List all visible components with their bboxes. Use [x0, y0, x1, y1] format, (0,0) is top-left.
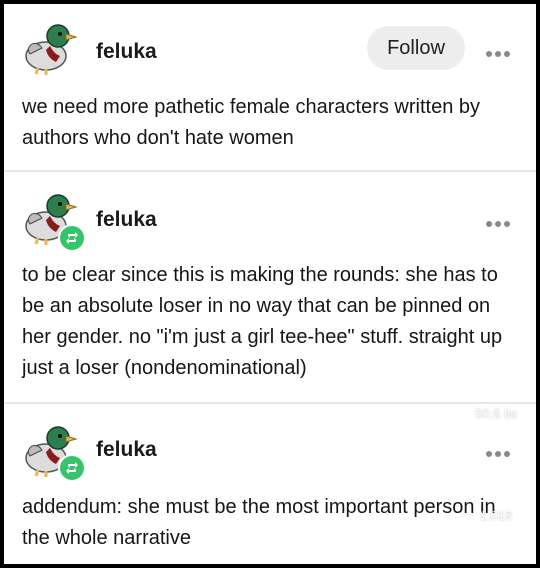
duck-avatar-icon[interactable]	[20, 18, 78, 76]
post-text: we need more pathetic female characters …	[22, 96, 480, 149]
more-options-icon[interactable]	[486, 214, 514, 227]
follow-button[interactable]: Follow	[367, 26, 465, 70]
username[interactable]: feluka	[96, 40, 157, 64]
post-reblog: feluka to be clear since this is making …	[4, 172, 536, 402]
more-options-icon[interactable]	[486, 444, 514, 457]
post-header: feluka Follow	[4, 4, 536, 84]
post-text: addendum: she must be the most important…	[22, 496, 496, 549]
post-screenshot: feluka Follow we need more pathetic fema…	[4, 4, 536, 564]
reblog-icon	[58, 224, 86, 252]
reblog-icon	[58, 454, 86, 482]
more-options-icon[interactable]	[486, 44, 514, 57]
post-reblog: feluka addendum: she must be the most im…	[4, 404, 536, 564]
username[interactable]: feluka	[96, 438, 157, 462]
post-original: feluka Follow we need more pathetic fema…	[4, 4, 536, 172]
share-icon[interactable]	[482, 550, 516, 564]
username[interactable]: feluka	[96, 208, 157, 232]
like-count: 50.6 tis	[475, 406, 517, 421]
post-text: to be clear since this is making the rou…	[22, 264, 503, 379]
heart-icon[interactable]	[478, 354, 518, 390]
comment-icon[interactable]	[478, 456, 518, 496]
comment-count: 1.018	[479, 508, 513, 523]
